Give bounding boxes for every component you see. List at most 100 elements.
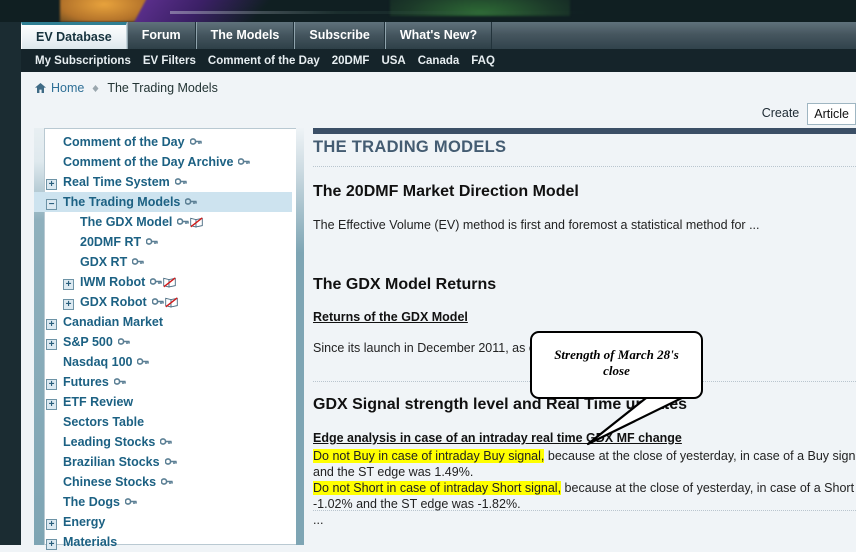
sidebar-item-label: The Dogs	[63, 495, 120, 509]
tab-what-s-new[interactable]: What's New?	[384, 22, 493, 49]
sidebar-item-label: S&P 500	[63, 335, 113, 349]
sidebar-item-the-dogs[interactable]: The Dogs	[46, 492, 296, 512]
subnav-item-faq[interactable]: FAQ	[471, 55, 495, 67]
edge-line-3: Do not Short in case of intraday Short s…	[313, 480, 856, 496]
sidebar-item-label: Energy	[63, 515, 106, 529]
sidebar-item-comment-of-the-day-archive[interactable]: Comment of the Day Archive	[46, 152, 296, 172]
sidebar-item-label: Brazilian Stocks	[63, 455, 160, 469]
key-icon	[238, 152, 251, 165]
edge-line-1: Do not Buy in case of intraday Buy signa…	[313, 448, 856, 464]
sidebar-item-label: Materials	[63, 535, 118, 549]
key-icon	[164, 452, 177, 465]
expand-icon[interactable]: +	[46, 379, 57, 390]
diamond-separator-icon	[91, 73, 100, 92]
subnav-item-comment-of-the-day[interactable]: Comment of the Day	[208, 55, 320, 67]
key-icon	[176, 212, 190, 225]
no-book-icon	[163, 274, 177, 288]
sidebar-item-the-trading-models[interactable]: − The Trading Models	[34, 192, 292, 212]
sidebar-item-label: The Trading Models	[63, 195, 181, 209]
sidebar-item-label: IWM Robot	[80, 275, 146, 289]
sidebar-item-chinese-stocks[interactable]: Chinese Stocks	[46, 472, 296, 492]
expand-icon[interactable]: +	[46, 399, 57, 410]
sidebar-item-brazilian-stocks[interactable]: Brazilian Stocks	[46, 452, 296, 472]
expand-icon[interactable]: +	[46, 519, 57, 530]
callout-line-1: Strength of March 28's	[554, 347, 679, 362]
sidebar-scrollbar[interactable]	[296, 128, 304, 545]
key-icon	[184, 192, 198, 205]
edge-short-highlight: Do not Short in case of intraday Short s…	[313, 481, 562, 495]
navigation-tree: Comment of the Day Comment of the Day Arc…	[34, 132, 296, 552]
sidebar-item-sectors-table[interactable]: Sectors Table	[46, 412, 296, 432]
key-icon	[124, 492, 137, 505]
breadcrumb: Home The Trading Models	[21, 72, 856, 104]
tab-the-models[interactable]: The Models	[195, 22, 295, 49]
sidebar-item-label: Comment of the Day	[63, 135, 185, 149]
gdx-returns-link[interactable]: Returns of the GDX Model	[313, 310, 468, 324]
sidebar-item-label: GDX RT	[80, 255, 128, 269]
key-icon	[137, 352, 150, 365]
subnav-item-canada[interactable]: Canada	[418, 55, 460, 67]
sidebar-item-label: 20DMF RT	[80, 235, 142, 249]
divider-1	[313, 166, 856, 167]
create-type-select[interactable]: Article	[807, 102, 856, 125]
sidebar-item-label: Real Time System	[63, 175, 170, 189]
sidebar-item-label: Leading Stocks	[63, 435, 156, 449]
edge-buy-highlight: Do not Buy in case of intraday Buy signa…	[313, 449, 545, 463]
no-book-icon	[164, 294, 178, 308]
expand-icon[interactable]: +	[46, 339, 57, 350]
sidebar-item-label: Chinese Stocks	[63, 475, 157, 489]
callout-tail	[586, 392, 692, 446]
breadcrumb-current: The Trading Models	[107, 81, 218, 95]
sidebar-item-real-time-system[interactable]: + Real Time System	[46, 172, 296, 192]
sidebar-item-label: Futures	[63, 375, 109, 389]
subnav-item-usa[interactable]: USA	[381, 55, 405, 67]
sidebar-item-comment-of-the-day[interactable]: Comment of the Day	[46, 132, 296, 152]
subnav-item-ev-filters[interactable]: EV Filters	[143, 55, 196, 67]
breadcrumb-home-link[interactable]: Home	[51, 81, 84, 95]
tab-forum[interactable]: Forum	[126, 22, 196, 49]
tab-ev-database[interactable]: EV Database	[21, 22, 127, 49]
sidebar-item-nasdaq-100[interactable]: Nasdaq 100	[46, 352, 296, 372]
section-heading-20dmf: The 20DMF Market Direction Model	[313, 183, 579, 200]
tab-subscribe[interactable]: Subscribe	[294, 22, 385, 49]
expand-icon[interactable]: +	[46, 319, 57, 330]
sidebar-item-gdx-robot[interactable]: + GDX Robot	[46, 292, 296, 312]
expand-icon[interactable]: +	[63, 299, 74, 310]
key-icon	[189, 132, 202, 145]
sidebar-item-the-gdx-model[interactable]: The GDX Model	[46, 212, 296, 232]
key-icon	[145, 232, 158, 245]
sidebar-item-20dmf-rt[interactable]: 20DMF RT	[46, 232, 296, 252]
content-top-bar	[313, 128, 856, 134]
page-title: THE TRADING MODELS	[313, 138, 507, 156]
expand-icon[interactable]: +	[63, 279, 74, 290]
annotation-callout: Strength of March 28's close	[530, 331, 703, 399]
subnav-item-my-subscriptions[interactable]: My Subscriptions	[35, 55, 131, 67]
callout-line-2: close	[603, 363, 630, 378]
subnav-item-20dmf[interactable]: 20DMF	[332, 55, 370, 67]
edge-ellipsis: ...	[313, 513, 324, 527]
sidebar-item-energy[interactable]: + Energy	[46, 512, 296, 532]
sidebar-item-iwm-robot[interactable]: + IWM Robot	[46, 272, 296, 292]
sidebar-item-gdx-rt[interactable]: GDX RT	[46, 252, 296, 272]
sidebar-item-materials[interactable]: + Materials	[46, 532, 296, 552]
key-icon	[160, 472, 173, 485]
collapse-icon[interactable]: −	[46, 199, 57, 210]
key-icon	[151, 292, 164, 305]
sidebar-item-leading-stocks[interactable]: Leading Stocks	[46, 432, 296, 452]
edge-line-4-text: -1.02% and the ST edge was -1.82%.	[313, 497, 521, 511]
create-bar: Create Article	[762, 100, 856, 126]
sidebar-item-futures[interactable]: + Futures	[46, 372, 296, 392]
edge-short-rest: because at the close of yesterday, in ca…	[561, 481, 855, 495]
sidebar-left-gutter	[34, 128, 45, 545]
no-book-icon	[190, 214, 204, 228]
key-icon	[131, 252, 145, 265]
sidebar-item-s-p-500[interactable]: + S&P 500	[46, 332, 296, 352]
edge-analysis-body: Do not Buy in case of intraday Buy signa…	[313, 448, 856, 528]
sidebar-item-label: ETF Review	[63, 395, 134, 409]
sidebar-item-canadian-market[interactable]: + Canadian Market	[46, 312, 296, 332]
sidebar-item-label: Sectors Table	[63, 415, 145, 429]
secondary-nav: My Subscriptions EV Filters Comment of the…	[21, 49, 856, 72]
sidebar-item-etf-review[interactable]: + ETF Review	[46, 392, 296, 412]
edge-line-2: and the ST edge was 1.49%.	[313, 464, 856, 480]
expand-icon[interactable]: +	[46, 179, 57, 190]
